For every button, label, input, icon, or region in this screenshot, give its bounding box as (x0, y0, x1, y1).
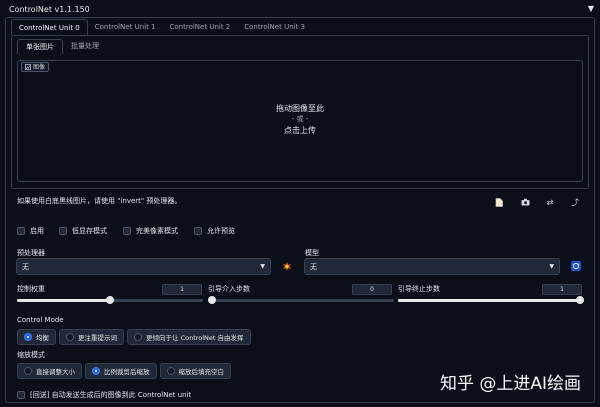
resize-mode-option[interactable]: 直接调整大小 (17, 363, 82, 379)
watermark: 知乎 @上进AI绘画 (440, 374, 582, 394)
pixel-perfect-checkbox[interactable]: 完美像素模式 (123, 226, 178, 236)
control-mode-label: Control Mode (17, 316, 64, 324)
radio-dot (134, 333, 142, 341)
option-label: 更倾向于让 ControlNet 自由发挥 (146, 334, 244, 342)
image-tabs: 单张图片 批量处理 (17, 39, 107, 54)
collapse-icon[interactable]: ▼ (588, 4, 594, 13)
low-vram-checkbox[interactable]: 低显存模式 (59, 226, 107, 236)
radio-dot (92, 367, 100, 375)
radio-dot (24, 367, 32, 375)
radio-dot (66, 333, 74, 341)
send-dimensions-icon[interactable]: ⤴ (570, 198, 580, 208)
image-label-text: 图像 (33, 63, 46, 71)
refresh-icon[interactable] (571, 261, 581, 271)
checkbox-box[interactable] (17, 391, 25, 399)
loopback-checkbox[interactable]: [回送] 自动发送生成后的图像到此 ControlNet unit (17, 390, 191, 400)
slider-fill (17, 299, 110, 302)
guidance-end-input[interactable]: 1 (542, 284, 582, 295)
guidance-start-label: 引导介入步数 (208, 285, 250, 293)
option-label: 缩放后填充空白 (178, 368, 225, 376)
checkbox-box[interactable] (123, 227, 131, 235)
preprocessor-value: 无 (22, 263, 29, 271)
enable-checkbox[interactable]: 启用 (17, 226, 44, 236)
control-mode-option[interactable]: 更倾向于让 ControlNet 自由发挥 (127, 329, 251, 345)
resize-mode-label: 缩放模式 (17, 351, 45, 359)
panel-title: ControlNet v1.1.150 (9, 5, 90, 14)
camera-icon[interactable] (520, 198, 530, 208)
drop-text: 拖动图像至此 (276, 104, 324, 113)
option-label: 直接调整大小 (36, 368, 75, 376)
weight-label: 控制权重 (17, 285, 45, 293)
invert-hint: 如果使用白底黑线图片，请使用 "invert" 预处理器。 (17, 197, 182, 205)
model-label: 模型 (305, 249, 319, 257)
pixel-perfect-label: 完美像素模式 (136, 227, 178, 235)
enable-label: 启用 (30, 227, 44, 235)
or-text: - 或 - (291, 115, 309, 123)
upload-text[interactable]: 点击上传 (17, 125, 583, 136)
checkbox-box[interactable] (59, 227, 67, 235)
control-mode-option[interactable]: 更注重提示词 (59, 329, 124, 345)
resize-mode-option[interactable]: 缩放后填充空白 (159, 363, 231, 379)
guidance-end-slider[interactable] (398, 296, 584, 304)
chevron-down-icon: ▼ (549, 263, 554, 270)
preprocessor-label: 预处理器 (17, 249, 45, 257)
chevron-down-icon: ▼ (260, 263, 265, 270)
weight-input[interactable]: 1 (162, 284, 202, 295)
loopback-label: [回送] 自动发送生成后的图像到此 ControlNet unit (30, 391, 192, 399)
option-label: 均衡 (36, 334, 49, 342)
low-vram-label: 低显存模式 (72, 227, 107, 235)
swap-icon[interactable]: ⇄ (545, 198, 555, 208)
slider-fill (398, 299, 584, 302)
guidance-start-slider[interactable] (208, 296, 394, 304)
control-mode-group: 均衡 更注重提示词 更倾向于让 ControlNet 自由发挥 (17, 329, 251, 345)
resize-mode-option[interactable]: 比例裁剪后缩放 (85, 363, 157, 379)
radio-dot (24, 333, 32, 341)
tab-unit-0[interactable]: ControlNet Unit 0 (11, 19, 88, 35)
allow-preview-checkbox[interactable]: 允许预览 (194, 226, 235, 236)
guidance-start-input[interactable]: 0 (352, 284, 392, 295)
checkbox-box[interactable] (194, 227, 202, 235)
model-value: 无 (310, 263, 317, 271)
tab-unit-2[interactable]: ControlNet Unit 2 (163, 19, 238, 35)
image-icon (25, 64, 31, 70)
tab-unit-3[interactable]: ControlNet Unit 3 (237, 19, 312, 35)
unit-tabs: ControlNet Unit 0 ControlNet Unit 1 Cont… (11, 19, 312, 35)
image-label: 图像 (21, 62, 50, 72)
option-label: 比例裁剪后缩放 (104, 368, 150, 376)
control-mode-option[interactable]: 均衡 (17, 329, 56, 345)
slider-thumb[interactable] (208, 296, 216, 304)
tab-single-image[interactable]: 单张图片 (17, 39, 63, 54)
checkbox-box[interactable] (17, 227, 25, 235)
tab-batch[interactable]: 批量处理 (63, 39, 107, 54)
model-select[interactable]: 无 ▼ (304, 258, 560, 275)
option-label: 更注重提示词 (78, 334, 117, 342)
slider-thumb[interactable] (576, 296, 584, 304)
slider-thumb[interactable] (106, 296, 114, 304)
preprocessor-select[interactable]: 无 ▼ (16, 258, 271, 275)
tab-unit-1[interactable]: ControlNet Unit 1 (88, 19, 163, 35)
new-canvas-icon[interactable] (494, 198, 504, 208)
radio-dot (166, 367, 175, 375)
guidance-end-label: 引导终止步数 (398, 285, 440, 293)
weight-slider[interactable] (17, 296, 203, 304)
allow-preview-label: 允许预览 (207, 227, 235, 235)
explosion-icon[interactable] (282, 261, 292, 271)
resize-mode-group: 直接调整大小 比例裁剪后缩放 缩放后填充空白 (17, 363, 231, 379)
